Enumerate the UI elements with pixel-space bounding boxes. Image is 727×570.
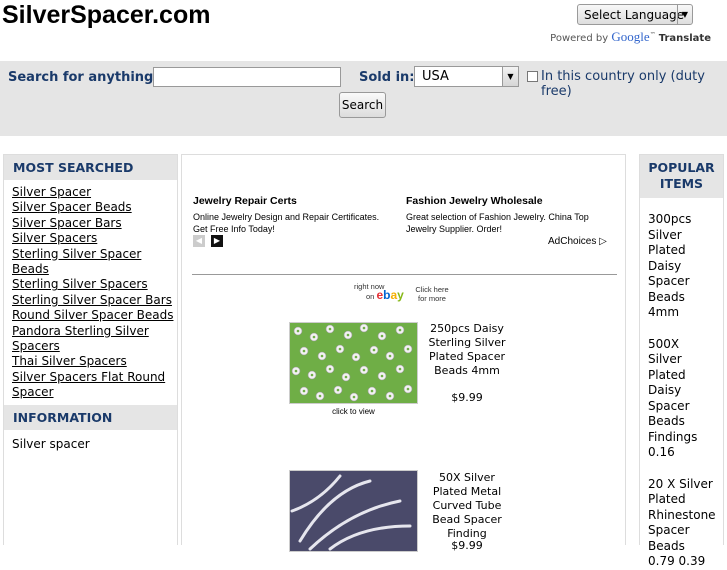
most-searched-link[interactable]: Silver Spacers — [12, 231, 97, 245]
product-price: $9.99 — [451, 539, 483, 552]
main-content: Jewelry Repair Certs Online Jewelry Desi… — [181, 154, 626, 552]
duty-free-checkbox[interactable] — [527, 71, 538, 82]
ad-unit[interactable]: Jewelry Repair Certs Online Jewelry Desi… — [193, 195, 393, 235]
adchoices-link[interactable]: AdChoices ▷ — [548, 236, 607, 247]
popular-item-link[interactable]: 500X Silver Plated Daisy Spacer Beads Fi… — [640, 337, 723, 461]
daisy-beads-image — [290, 323, 417, 403]
list-item: Thai Silver Spacers — [12, 354, 177, 369]
click-to-view-link[interactable]: click to view — [290, 407, 417, 416]
popular-item-link[interactable]: 300pcs Silver Plated Daisy Spacer Beads … — [640, 212, 723, 321]
search-button[interactable]: Search — [339, 92, 386, 118]
most-searched-link[interactable]: Silver Spacer Bars — [12, 216, 122, 230]
ad-prev-button[interactable]: ◀ — [193, 235, 205, 247]
chevron-down-icon: ▼ — [677, 5, 692, 24]
duty-free-label[interactable]: In this country only (duty free) — [541, 69, 727, 99]
chevron-down-icon: ▼ — [502, 67, 518, 86]
ad-description: Great selection of Fashion Jewelry. Chin… — [406, 212, 589, 234]
list-item: Silver Spacers Flat Round Spacer — [12, 370, 177, 401]
ad-title[interactable]: Fashion Jewelry Wholesale — [406, 195, 611, 207]
ad-title[interactable]: Jewelry Repair Certs — [193, 195, 393, 207]
country-select[interactable]: USA ▼ — [414, 66, 519, 87]
list-item: Sterling Silver Spacer Bars — [12, 293, 177, 308]
information-heading: INFORMATION — [4, 404, 177, 430]
country-select-value: USA — [422, 69, 449, 84]
ad-unit[interactable]: Fashion Jewelry Wholesale Great selectio… — [406, 195, 611, 235]
most-searched-heading: MOST SEARCHED — [4, 155, 177, 180]
list-item: Silver Spacer Beads — [12, 200, 177, 215]
most-searched-link[interactable]: Silver Spacers Flat Round Spacer — [12, 370, 165, 399]
most-searched-link[interactable]: Thai Silver Spacers — [12, 354, 127, 368]
list-item: Sterling Silver Spacers — [12, 277, 177, 292]
google-logo: Google — [611, 29, 650, 44]
right-sidebar: POPULAR ITEMS 300pcs Silver Plated Daisy… — [639, 154, 724, 568]
ad-description: Online Jewelry Design and Repair Certifi… — [193, 212, 380, 234]
ebay-banner[interactable]: right now on ebay Click here for more — [354, 283, 449, 304]
list-item: Silver Spacers — [12, 231, 177, 246]
list-item: Silver Spacer Bars — [12, 216, 177, 231]
most-searched-list: Silver Spacer Silver Spacer Beads Silver… — [4, 180, 177, 405]
language-select[interactable]: Select Language ▼ — [577, 4, 693, 25]
divider — [192, 274, 617, 275]
site-title[interactable]: SilverSpacer.com — [2, 0, 210, 30]
google-translate-attribution: Powered by Google™ Translate — [550, 29, 711, 44]
most-searched-link[interactable]: Sterling Silver Spacer Beads — [12, 247, 141, 276]
product-image[interactable] — [289, 470, 418, 552]
most-searched-link[interactable]: Pandora Sterling Silver Spacers — [12, 324, 149, 353]
search-label: Search for anything: — [8, 70, 159, 85]
list-item: Round Silver Spacer Beads — [12, 308, 177, 323]
most-searched-link[interactable]: Sterling Silver Spacers — [12, 277, 148, 291]
product-title[interactable]: 250pcs Daisy Sterling Silver Plated Spac… — [425, 322, 509, 378]
search-input[interactable] — [153, 67, 341, 87]
on-text: on — [366, 292, 375, 301]
adchoices-icon: ▷ — [599, 236, 607, 247]
information-text: Silver spacer — [12, 436, 90, 451]
most-searched-link[interactable]: Silver Spacer — [12, 185, 91, 199]
list-item: Sterling Silver Spacer Beads — [12, 247, 177, 278]
ad-next-button[interactable]: ▶ — [211, 235, 223, 247]
popular-items-heading: POPULAR ITEMS — [640, 155, 723, 198]
tube-beads-image — [290, 471, 417, 551]
click-here-text: Click here — [415, 285, 449, 294]
most-searched-link[interactable]: Silver Spacer Beads — [12, 200, 132, 214]
product-price: $9.99 — [451, 391, 483, 404]
powered-by-text: Powered by — [550, 33, 609, 44]
list-item: Silver Spacer — [12, 185, 177, 200]
ebay-logo: ebay — [376, 288, 404, 302]
adchoices-text: AdChoices — [548, 236, 597, 247]
most-searched-link[interactable]: Sterling Silver Spacer Bars — [12, 293, 172, 307]
list-item: Pandora Sterling Silver Spacers — [12, 324, 177, 355]
for-more-text: for more — [418, 294, 446, 303]
product-title[interactable]: 50X Silver Plated Metal Curved Tube Bead… — [425, 471, 509, 541]
language-select-label: Select Language — [584, 8, 685, 22]
popular-item-link[interactable]: 20 X Silver Plated Rhinestone Spacer Bea… — [640, 477, 723, 570]
product-image[interactable] — [289, 322, 418, 404]
sold-in-label: Sold in: — [359, 70, 415, 85]
left-sidebar: MOST SEARCHED Silver Spacer Silver Space… — [3, 154, 178, 545]
translate-text: Translate — [658, 33, 711, 44]
most-searched-link[interactable]: Round Silver Spacer Beads — [12, 308, 173, 322]
